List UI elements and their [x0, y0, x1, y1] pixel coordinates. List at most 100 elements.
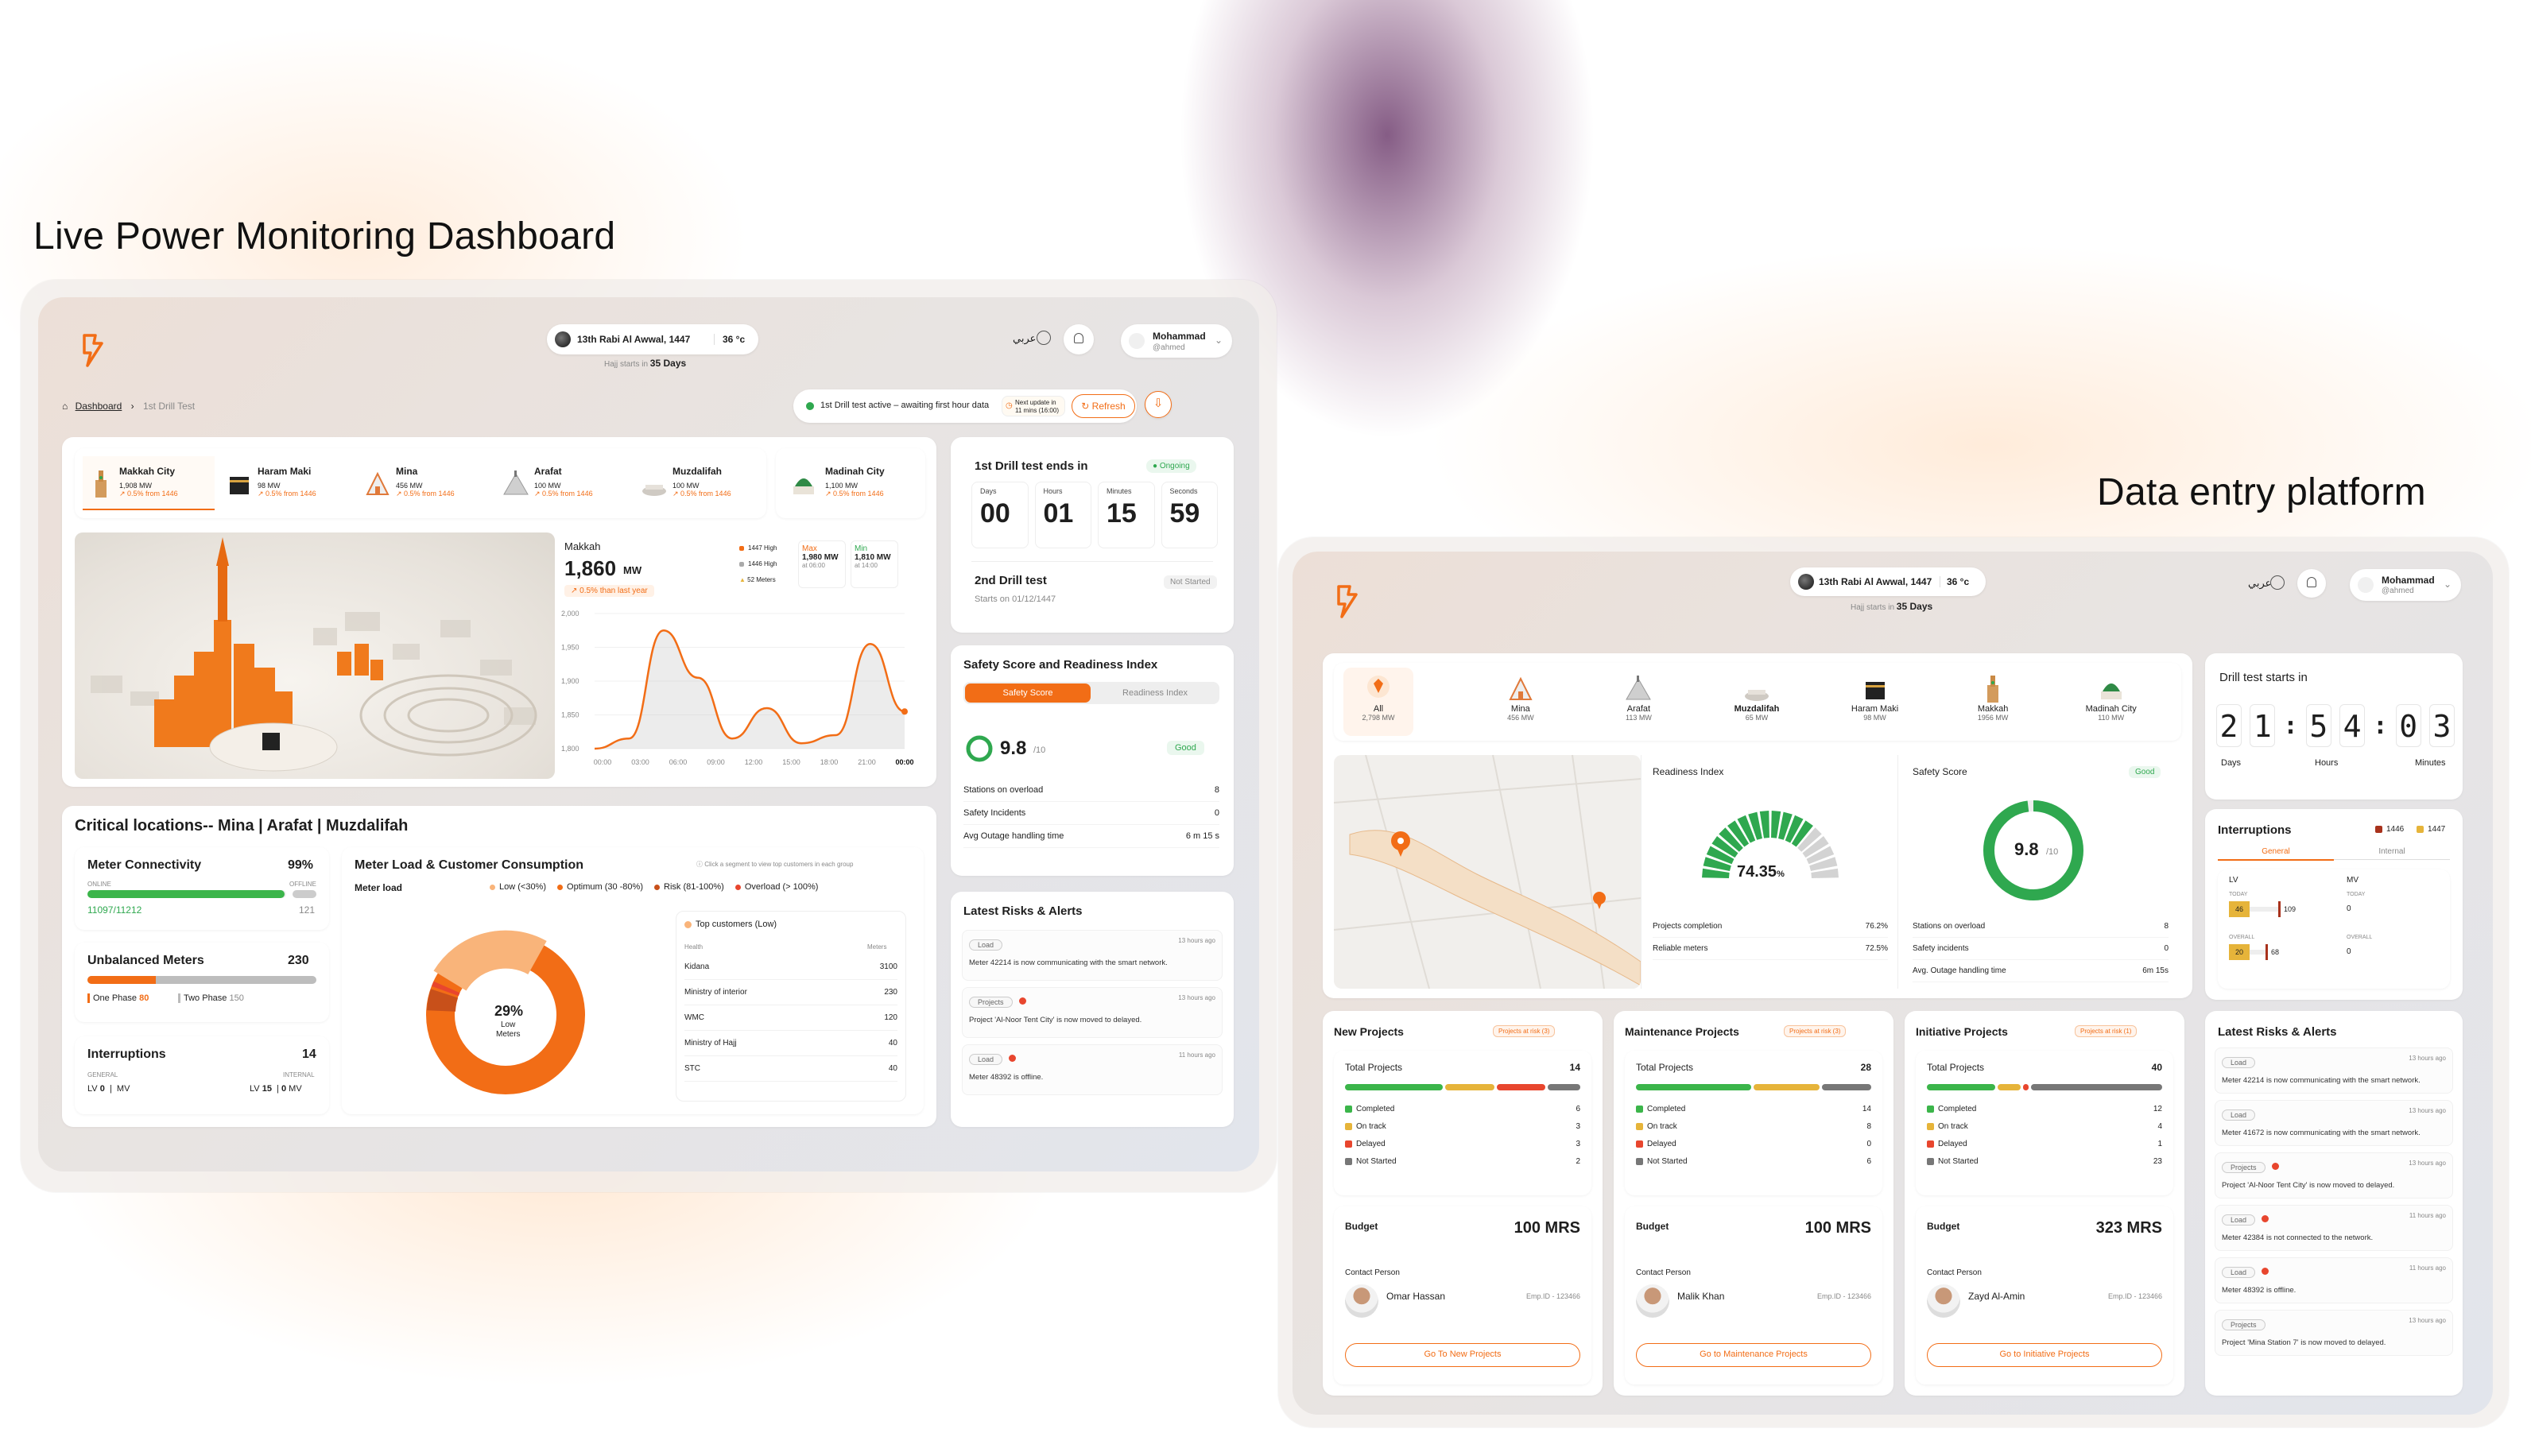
interruptions-value: 14 [302, 1047, 316, 1061]
bolt-logo-icon[interactable] [1334, 583, 1361, 618]
language-toggle[interactable]: عربي [1013, 332, 1036, 345]
stat-label: Stations on overload [963, 785, 1044, 795]
location-delta: ↗ 0.5% from 1446 [672, 490, 731, 498]
projects-at-risk-badge[interactable]: Projects at risk (1) [2075, 1025, 2138, 1037]
risk-item[interactable]: Load 11 hours ago Meter 42384 is not conne… [2215, 1205, 2453, 1251]
tab-general[interactable]: General [2218, 847, 2334, 861]
risk-item[interactable]: Projects 13 hours ago Project 'Mina Statio… [2215, 1310, 2453, 1356]
location-tab-makkah-city[interactable]: Makkah City 1,908 MW ↗ 0.5% from 1446 [83, 456, 215, 510]
location-value: 100 MW [672, 482, 700, 490]
refresh-button[interactable]: ↻ Refresh [1072, 394, 1135, 418]
risk-item[interactable]: Load 11 hours ago Meter 48392 is offline. [962, 1044, 1223, 1095]
customer-row[interactable]: Ministry of Hajj 40 [684, 1031, 897, 1056]
customer-row[interactable]: Kidana 3100 [684, 955, 897, 980]
region-tabs: All 2,798 MW Mina 456 MW Arafat 113 MW Muzdali… [1334, 663, 2181, 741]
tab-safety-score[interactable]: Safety Score [965, 683, 1091, 703]
region-tab-madinah-city[interactable]: Madinah City 110 MW [2052, 668, 2170, 736]
region-value: 113 MW [1626, 714, 1652, 722]
user-menu[interactable]: Mohammad @ahmed ⌄ [2350, 569, 2461, 601]
all-icon [1343, 668, 1413, 701]
region-tab-haram-maki[interactable]: Haram Maki 98 MW [1816, 668, 1934, 736]
location-tab-haram-maki[interactable]: Haram Maki 98 MW ↗ 0.5% from 1446 [221, 456, 353, 510]
mv-label: MV [2347, 876, 2359, 885]
download-icon[interactable]: ⇩ [1145, 391, 1172, 418]
countdown-value: 01 [1043, 498, 1074, 529]
breadcrumb-dashboard[interactable]: Dashboard [76, 401, 122, 412]
stat-value: 6m 15s [2142, 966, 2169, 975]
route-map[interactable] [1334, 755, 1641, 989]
location-tab-mina[interactable]: Mina 456 MW ↗ 0.5% from 1446 [359, 456, 491, 510]
location-tab-arafat[interactable]: Arafat 100 MW ↗ 0.5% from 1446 [498, 456, 630, 510]
safety-badge: Good [1167, 741, 1204, 755]
budget-section: Budget 100 MRS Contact Person Omar Hassan Em… [1334, 1206, 1591, 1384]
contact-name: Malik Khan [1677, 1291, 1725, 1302]
location-delta: ↗ 0.5% from 1446 [119, 490, 178, 498]
current-point[interactable] [901, 708, 908, 715]
risk-item[interactable]: Load 13 hours ago Meter 42214 is now commu… [962, 930, 1223, 981]
donut-center-pct: 29% [494, 1003, 524, 1019]
meter-connectivity[interactable]: Meter Connectivity 99% ONLINE OFFLINE 11… [75, 847, 329, 930]
customer-name: WMC [684, 1013, 704, 1022]
safety-rows: Stations on overload 8 Safety Incidents 0 Av… [963, 779, 1219, 848]
dashboard-screen: 13th Rabi Al Awwal, 1447 36 °c Hajj star… [38, 297, 1259, 1171]
go-to-projects-button[interactable]: Go To New Projects [1345, 1343, 1580, 1367]
language-toggle[interactable]: عربي [2248, 577, 2271, 590]
interruptions[interactable]: Interruptions 14 GENERAL INTERNAL LV 0 |… [75, 1036, 329, 1114]
globe-icon[interactable] [2270, 575, 2285, 590]
col-health: Health [684, 943, 703, 951]
risk-item[interactable]: Load 13 hours ago Meter 42214 is now commu… [2215, 1047, 2453, 1094]
region-tab-arafat[interactable]: Arafat 113 MW [1579, 668, 1698, 736]
customer-row[interactable]: WMC 120 [684, 1005, 897, 1031]
clock-tower-icon [1934, 668, 2052, 703]
budget-label: Budget [1345, 1221, 1378, 1232]
area-chart-svg[interactable]: 2,000 1,950 1,900 1,850 1,800 00:00 03:00 06:00… [555, 606, 924, 774]
region-name: Madinah City [2085, 704, 2137, 714]
mv-overall-value: 0 [2347, 947, 2351, 956]
location-name: Arafat [534, 466, 562, 477]
chart-unit: MW [623, 564, 642, 576]
bar-segment [1998, 1084, 2021, 1090]
region-tab-mina[interactable]: Mina 456 MW [1462, 668, 1580, 736]
customer-meters: 230 [884, 988, 897, 997]
avatar [1129, 333, 1145, 349]
risk-item[interactable]: Load 11 hours ago Meter 48392 is offline. [2215, 1257, 2453, 1303]
region-tab-makkah[interactable]: Makkah 1956 MW [1934, 668, 2052, 736]
bolt-logo-icon[interactable] [79, 332, 107, 367]
customer-name: STC [684, 1064, 700, 1073]
hajj-countdown: Hajj starts in 35 Days [1851, 601, 1933, 612]
projects-at-risk-badge[interactable]: Projects at risk (3) [1784, 1025, 1847, 1037]
region-tab-all[interactable]: All 2,798 MW [1343, 668, 1413, 736]
readiness-rows: Projects completion 76.2% Reliable meters 7… [1653, 916, 1888, 960]
stat-row: Reliable meters 72.5% [1653, 938, 1888, 960]
globe-icon[interactable] [1037, 331, 1051, 345]
countdown-minutes: Minutes 15 [1098, 482, 1155, 548]
countdown-value: 15 [1107, 498, 1137, 529]
bar-segment [1636, 1084, 1751, 1090]
go-to-projects-button[interactable]: Go to Initiative Projects [1927, 1343, 2162, 1367]
risk-item[interactable]: Load 13 hours ago Meter 41672 is now commu… [2215, 1100, 2453, 1146]
user-menu[interactable]: Mohammad @ahmed ⌄ [1121, 324, 1232, 358]
series-area [595, 630, 905, 749]
tab-internal[interactable]: Internal [2334, 847, 2450, 860]
risk-item[interactable]: Projects 13 hours ago Project 'Al-Noor Ten… [962, 987, 1223, 1038]
region-tab-muzdalifah[interactable]: Muzdalifah 65 MW [1698, 668, 1816, 736]
donut-center-label: Low [501, 1020, 516, 1029]
customer-row[interactable]: STC 40 [684, 1056, 897, 1082]
customer-row[interactable]: Ministry of interior 230 [684, 980, 897, 1005]
bar-segment [1345, 1084, 1443, 1090]
risk-time: 13 hours ago [2409, 1107, 2446, 1114]
home-icon[interactable]: ⌂ [62, 401, 68, 412]
location-tab-muzdalifah[interactable]: Muzdalifah 100 MW ↗ 0.5% from 1446 [636, 456, 768, 510]
customer-meters: 40 [888, 1064, 897, 1073]
bell-icon[interactable] [2297, 569, 2326, 598]
risk-item[interactable]: Projects 13 hours ago Project 'Al-Noor Ten… [2215, 1152, 2453, 1198]
breadcrumb: ⌂ Dashboard › 1st Drill Test [62, 401, 195, 412]
tab-readiness-index[interactable]: Readiness Index [1092, 683, 1218, 703]
readiness-title: Readiness Index [1653, 766, 1724, 777]
bell-icon[interactable] [1064, 324, 1094, 354]
location-tab-madinah[interactable]: Madinah City 1,100 MW ↗ 0.5% from 1446 [776, 448, 925, 518]
projects-at-risk-badge[interactable]: Projects at risk (3) [1493, 1025, 1556, 1037]
lv-overall: OVERALL [2229, 935, 2255, 940]
unbalanced-meters[interactable]: Unbalanced Meters 230 One Phase 80 Two P… [75, 943, 329, 1022]
go-to-projects-button[interactable]: Go to Maintenance Projects [1636, 1343, 1871, 1367]
